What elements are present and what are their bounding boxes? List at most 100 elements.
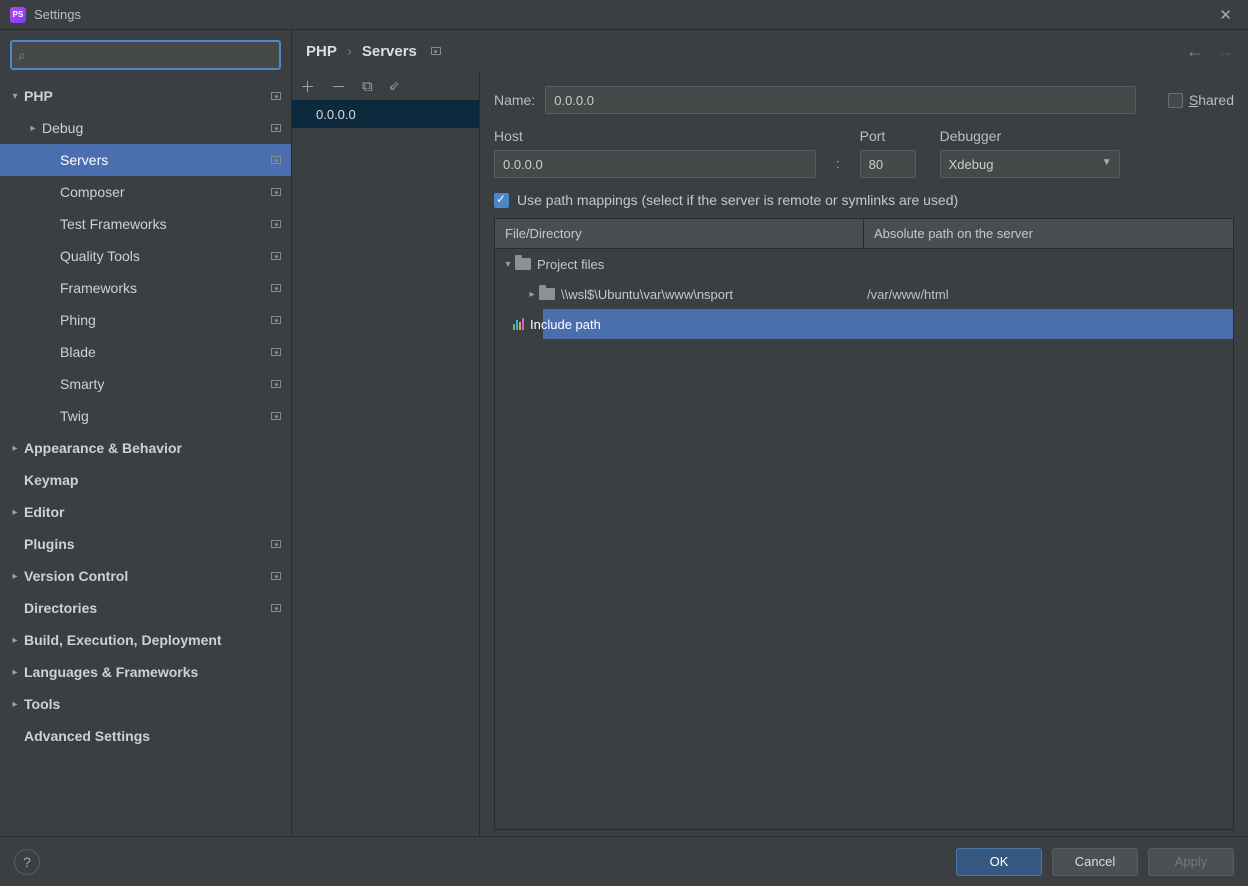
breadcrumb-row: PHP › Servers ← →: [292, 30, 1248, 72]
shared-checkbox[interactable]: [1168, 93, 1183, 108]
project-scope-badge: [271, 220, 281, 228]
server-path-value[interactable]: /var/www/html: [857, 287, 1227, 302]
breadcrumb: PHP › Servers: [306, 43, 441, 60]
use-path-mappings-checkbox[interactable]: [494, 193, 509, 208]
sidebar-item-test-frameworks[interactable]: Test Frameworks: [0, 208, 291, 240]
sidebar-item-servers[interactable]: Servers: [0, 144, 291, 176]
chevron-right-icon: ▸: [6, 635, 24, 646]
help-button[interactable]: ?: [14, 849, 40, 875]
search-input[interactable]: [32, 48, 273, 63]
app-icon: PS: [10, 7, 26, 23]
add-icon[interactable]: ＋: [300, 76, 315, 97]
project-files-label: Project files: [537, 257, 604, 272]
host-label: Host: [494, 128, 816, 144]
project-scope-badge: [271, 124, 281, 132]
sidebar-item-build-execution-deployment[interactable]: ▸Build, Execution, Deployment: [0, 624, 291, 656]
folder-icon: [539, 288, 555, 300]
server-list-toolbar: ＋ － ⧉ ⇙: [292, 72, 479, 100]
debugger-value[interactable]: [940, 150, 1120, 178]
sidebar-item-twig[interactable]: Twig: [0, 400, 291, 432]
sidebar-item-label: Quality Tools: [60, 248, 271, 264]
port-input[interactable]: [860, 150, 916, 178]
sidebar-item-editor[interactable]: ▸Editor: [0, 496, 291, 528]
sidebar-item-label: Test Frameworks: [60, 216, 271, 232]
port-label: Port: [860, 128, 920, 144]
settings-sidebar: ⌕ ▾PHP▸DebugServersComposerTest Framewor…: [0, 30, 292, 836]
name-label: Name:: [494, 92, 535, 108]
project-scope-badge: [271, 316, 281, 324]
sidebar-item-phing[interactable]: Phing: [0, 304, 291, 336]
sidebar-item-frameworks[interactable]: Frameworks: [0, 272, 291, 304]
sidebar-item-label: Appearance & Behavior: [24, 440, 281, 456]
project-scope-badge: [271, 380, 281, 388]
sidebar-item-blade[interactable]: Blade: [0, 336, 291, 368]
ok-button[interactable]: OK: [956, 848, 1042, 876]
remove-icon[interactable]: －: [331, 76, 346, 97]
shared-label: Shared: [1189, 92, 1234, 108]
sidebar-item-smarty[interactable]: Smarty: [0, 368, 291, 400]
cancel-button[interactable]: Cancel: [1052, 848, 1138, 876]
sidebar-item-label: Smarty: [60, 376, 271, 392]
sidebar-item-label: Editor: [24, 504, 281, 520]
apply-button[interactable]: Apply: [1148, 848, 1234, 876]
sidebar-item-label: Debug: [42, 120, 271, 136]
project-scope-badge: [271, 604, 281, 612]
chevron-down-icon: ▾: [501, 259, 515, 270]
project-scope-badge: [271, 252, 281, 260]
sidebar-item-label: Tools: [24, 696, 281, 712]
sidebar-item-appearance-behavior[interactable]: ▸Appearance & Behavior: [0, 432, 291, 464]
copy-icon[interactable]: ⧉: [362, 78, 373, 95]
debugger-select[interactable]: ▼: [940, 150, 1120, 178]
sidebar-item-keymap[interactable]: Keymap: [0, 464, 291, 496]
project-scope-badge: [271, 348, 281, 356]
project-scope-badge: [271, 412, 281, 420]
chevron-down-icon: ▾: [6, 91, 24, 102]
nav-back-icon[interactable]: ←: [1186, 41, 1204, 62]
tree-row-include-path[interactable]: Include path: [495, 309, 1233, 339]
sidebar-item-label: Blade: [60, 344, 271, 360]
name-input[interactable]: [545, 86, 1136, 114]
settings-tree: ▾PHP▸DebugServersComposerTest Frameworks…: [0, 76, 291, 836]
sidebar-item-label: Servers: [60, 152, 271, 168]
dialog-footer: ? OK Cancel Apply: [0, 836, 1248, 886]
project-scope-badge: [271, 540, 281, 548]
sidebar-item-advanced-settings[interactable]: Advanced Settings: [0, 720, 291, 752]
sidebar-item-php[interactable]: ▾PHP: [0, 80, 291, 112]
column-file-directory[interactable]: File/Directory: [495, 219, 863, 248]
search-icon: ⌕: [18, 47, 26, 64]
host-port-separator: :: [836, 128, 840, 171]
include-path-icon: [513, 318, 524, 330]
window-title: Settings: [34, 7, 81, 22]
close-icon[interactable]: ✕: [1213, 6, 1238, 24]
sidebar-item-label: Twig: [60, 408, 271, 424]
import-icon[interactable]: ⇙: [389, 78, 400, 94]
use-path-mappings-label: Use path mappings (select if the server …: [517, 192, 958, 208]
sidebar-item-tools[interactable]: ▸Tools: [0, 688, 291, 720]
sidebar-item-label: Languages & Frameworks: [24, 664, 281, 680]
breadcrumb-a[interactable]: PHP: [306, 43, 337, 60]
sidebar-item-label: Plugins: [24, 536, 271, 552]
sidebar-item-version-control[interactable]: ▸Version Control: [0, 560, 291, 592]
nav-forward-icon[interactable]: →: [1216, 41, 1234, 62]
sidebar-item-directories[interactable]: Directories: [0, 592, 291, 624]
tree-row-local-path[interactable]: ▸ \\wsl$\Ubuntu\var\www\nsport /var/www/…: [495, 279, 1233, 309]
project-scope-badge: [431, 47, 441, 55]
include-path-label: Include path: [530, 317, 601, 332]
sidebar-item-plugins[interactable]: Plugins: [0, 528, 291, 560]
breadcrumb-b: Servers: [362, 43, 417, 60]
sidebar-item-label: Advanced Settings: [24, 728, 281, 744]
search-input-wrap[interactable]: ⌕: [10, 40, 281, 70]
tree-row-project-files[interactable]: ▾ Project files: [495, 249, 1233, 279]
server-list-item[interactable]: 0.0.0.0: [292, 100, 479, 128]
sidebar-item-label: Version Control: [24, 568, 271, 584]
sidebar-item-quality-tools[interactable]: Quality Tools: [0, 240, 291, 272]
sidebar-item-label: Directories: [24, 600, 271, 616]
chevron-right-icon: ›: [347, 43, 352, 60]
column-absolute-path[interactable]: Absolute path on the server: [863, 219, 1233, 248]
debugger-label: Debugger: [940, 128, 1120, 144]
sidebar-item-debug[interactable]: ▸Debug: [0, 112, 291, 144]
sidebar-item-languages-frameworks[interactable]: ▸Languages & Frameworks: [0, 656, 291, 688]
host-input[interactable]: [494, 150, 816, 178]
sidebar-item-composer[interactable]: Composer: [0, 176, 291, 208]
chevron-right-icon: ▸: [6, 667, 24, 678]
